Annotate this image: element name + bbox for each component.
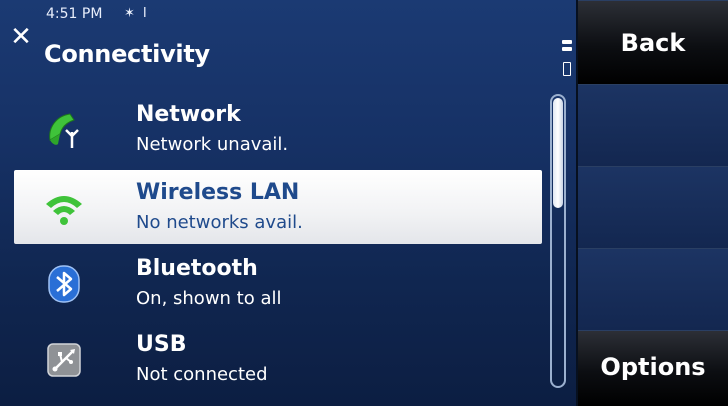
scrollbar-thumb[interactable] bbox=[553, 98, 563, 208]
softkey-empty-3[interactable] bbox=[578, 248, 728, 330]
bluetooth-status-icon: ✶ bbox=[124, 6, 143, 21]
options-button[interactable]: Options bbox=[578, 330, 728, 406]
list-item-wireless-lan[interactable]: Wireless LAN No networks avail. bbox=[14, 170, 542, 244]
status-icons: ✶Ι bbox=[124, 6, 155, 21]
page-title: Connectivity bbox=[44, 40, 210, 68]
softkey-panel: Back Options bbox=[576, 0, 728, 406]
softkey-empty-2[interactable] bbox=[578, 166, 728, 248]
phone-antenna-icon bbox=[49, 113, 79, 148]
list-item-title: Network bbox=[136, 102, 241, 127]
list-item-status: Network unavail. bbox=[136, 134, 289, 155]
wifi-icon bbox=[46, 196, 82, 225]
clock: 4:51 PM bbox=[46, 6, 103, 22]
list-item-status: On, shown to all bbox=[136, 288, 282, 309]
list-item-status: Not connected bbox=[136, 364, 268, 385]
antenna-status-icon: Ι bbox=[142, 6, 155, 21]
back-label: Back bbox=[620, 29, 686, 57]
bluetooth-icon bbox=[48, 265, 80, 303]
connectivity-list: Network Network unavail. Wireless LAN No… bbox=[14, 92, 542, 402]
list-item-title: Wireless LAN bbox=[136, 180, 300, 205]
connectivity-screen: ✕ 4:51 PM ✶Ι Connectivity Network Networ… bbox=[0, 0, 728, 406]
list-item-bluetooth[interactable]: Bluetooth On, shown to all bbox=[14, 246, 542, 320]
options-label: Options bbox=[600, 353, 706, 381]
list-item-title: Bluetooth bbox=[136, 256, 258, 281]
close-icon[interactable]: ✕ bbox=[8, 24, 34, 50]
list-item-title: USB bbox=[136, 332, 187, 357]
back-button[interactable]: Back bbox=[578, 0, 728, 84]
usb-icon bbox=[47, 343, 81, 377]
list-item-status: No networks avail. bbox=[136, 212, 303, 233]
battery-icon bbox=[562, 40, 572, 80]
softkey-empty-1[interactable] bbox=[578, 84, 728, 166]
list-item-usb[interactable]: USB Not connected bbox=[14, 322, 542, 396]
list-item-network[interactable]: Network Network unavail. bbox=[14, 92, 542, 166]
